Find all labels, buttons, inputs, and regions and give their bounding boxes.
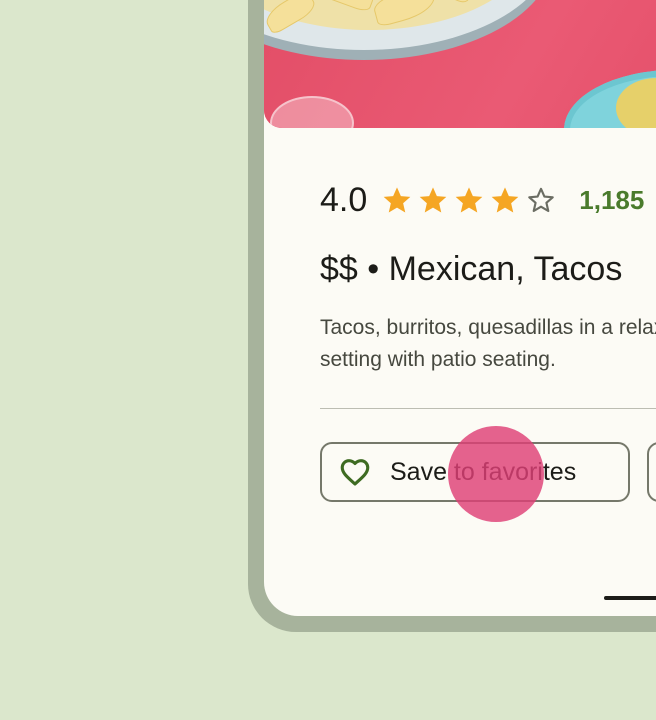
gesture-nav-bar[interactable] [604,596,656,600]
restaurant-description: Tacos, burritos, quesadillas in a relaxe… [320,316,656,371]
star-filled-icon [383,187,411,213]
star-outline-icon [528,187,555,213]
review-count[interactable]: 1,185 [579,185,644,216]
canvas: 4.0 1,185 $$ • Mexican, Tacos Tacos, bur… [0,0,656,720]
restaurant-photo [264,0,656,128]
divider [320,408,656,409]
rating-value: 4.0 [320,180,368,219]
save-button-label: Save to favorites [390,457,577,486]
save-to-favorites-button[interactable]: Save to favorites [320,442,630,502]
heart-outline-icon [340,459,370,486]
rating-row: 4.0 1,185 [320,178,644,222]
star-filled-icon [491,187,519,213]
star-filled-icon [455,187,483,213]
secondary-action-button[interactable] [647,442,656,502]
price-and-category: $$ • Mexican, Tacos [320,250,623,288]
star-filled-icon [419,187,447,213]
star-rating [381,184,557,216]
phone-screen: 4.0 1,185 $$ • Mexican, Tacos Tacos, bur… [264,0,656,616]
